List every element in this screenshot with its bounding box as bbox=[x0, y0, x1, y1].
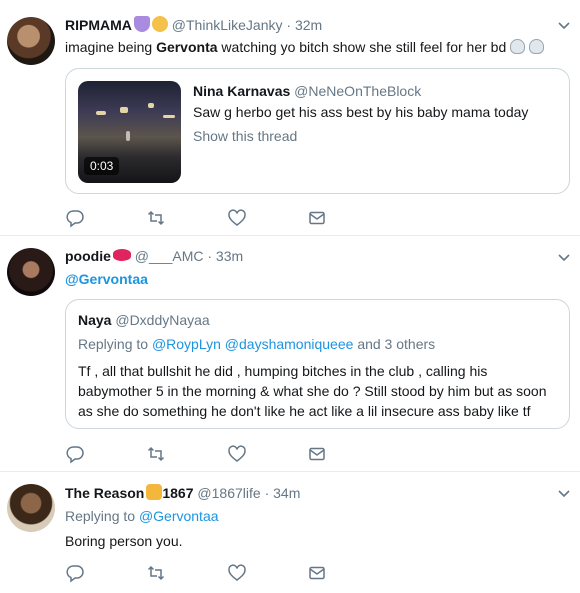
purple-heart-emoji bbox=[133, 16, 150, 32]
skull-emoji bbox=[510, 39, 526, 54]
thumbnail-figure bbox=[126, 131, 130, 141]
replying-to-mention[interactable]: @RoypLyn bbox=[152, 336, 221, 352]
mention-link[interactable]: @Gervontaa bbox=[65, 271, 148, 287]
tweet-text: Boring person you. bbox=[65, 533, 183, 549]
username[interactable]: @ThinkLikeJanky bbox=[172, 17, 283, 33]
quoted-author: Naya @DxddyNayaa bbox=[78, 312, 210, 328]
tweet-text: imagine being Gervonta watching yo bitch… bbox=[65, 38, 545, 57]
reply-icon[interactable] bbox=[65, 208, 85, 228]
replying-to: Replying to @RoypLyn @dayshamoniqueee an… bbox=[78, 336, 435, 352]
kiss-mark-emoji bbox=[112, 249, 131, 261]
separator-dot: · bbox=[207, 248, 213, 264]
raised-fist-emoji bbox=[146, 484, 163, 500]
show-thread-link[interactable]: Show this thread bbox=[193, 128, 297, 144]
envelope-icon[interactable] bbox=[307, 208, 327, 228]
quoted-author: Nina Karnavas @NeNeOnTheBlock bbox=[193, 83, 421, 99]
replying-to-label: Replying to bbox=[65, 508, 136, 524]
tweet-actions bbox=[65, 563, 325, 583]
heart-icon[interactable] bbox=[227, 208, 247, 228]
relieved-face-emoji bbox=[151, 16, 168, 32]
skull-emoji bbox=[529, 39, 545, 54]
replying-to-label: Replying to bbox=[78, 336, 149, 352]
replying-to-mention[interactable]: @Gervontaa bbox=[139, 508, 219, 524]
quoted-tweet-card[interactable]: 0:03 Nina Karnavas @NeNeOnTheBlock Saw g… bbox=[65, 68, 570, 194]
replying-to-mention[interactable]: @dayshamoniqueee bbox=[225, 336, 354, 352]
quoted-display-name: Naya bbox=[78, 312, 112, 328]
thumbnail-light bbox=[148, 103, 154, 108]
avatar[interactable] bbox=[7, 484, 55, 532]
envelope-icon[interactable] bbox=[307, 563, 327, 583]
quoted-username: @DxddyNayaa bbox=[115, 312, 210, 328]
chevron-down-icon[interactable] bbox=[558, 490, 570, 498]
tweet-header: RIPMAMA @ThinkLikeJanky · 32m bbox=[65, 16, 550, 33]
display-name-suffix[interactable]: 1867 bbox=[162, 485, 193, 501]
retweet-icon[interactable] bbox=[146, 444, 166, 464]
replying-to-others[interactable]: and 3 others bbox=[357, 336, 435, 352]
heart-icon[interactable] bbox=[227, 444, 247, 464]
quoted-username: @NeNeOnTheBlock bbox=[294, 83, 422, 99]
envelope-icon[interactable] bbox=[307, 444, 327, 464]
retweet-icon[interactable] bbox=[146, 563, 166, 583]
tweet-header: The Reason 1867 @1867life · 34m bbox=[65, 484, 550, 501]
display-name[interactable]: The Reason bbox=[65, 485, 144, 501]
separator-dot: · bbox=[264, 485, 270, 501]
tweet[interactable]: The Reason 1867 @1867life · 34m Replying … bbox=[0, 472, 580, 593]
video-thumbnail[interactable]: 0:03 bbox=[78, 81, 181, 183]
tweet-text-end: watching yo bitch show she still feel fo… bbox=[217, 39, 507, 55]
thumbnail-light bbox=[163, 115, 175, 118]
heart-icon[interactable] bbox=[227, 563, 247, 583]
display-name[interactable]: poodie bbox=[65, 248, 111, 264]
reply-icon[interactable] bbox=[65, 563, 85, 583]
avatar[interactable] bbox=[7, 17, 55, 65]
quoted-display-name: Nina Karnavas bbox=[193, 83, 291, 99]
reply-icon[interactable] bbox=[65, 444, 85, 464]
tweet-actions bbox=[65, 208, 325, 228]
timestamp[interactable]: 32m bbox=[295, 17, 322, 33]
quoted-text: Saw g herbo get his ass best by his baby… bbox=[193, 104, 529, 120]
tweet-actions bbox=[65, 444, 325, 464]
tweet[interactable]: RIPMAMA @ThinkLikeJanky · 32m imagine be… bbox=[0, 0, 580, 236]
tweet-text-bold: Gervonta bbox=[156, 39, 218, 55]
separator-dot: · bbox=[286, 17, 292, 33]
quoted-text: Tf , all that bullshit he did , humping … bbox=[78, 363, 547, 419]
thumbnail-light bbox=[96, 111, 106, 115]
thumbnail-light bbox=[120, 107, 128, 113]
video-duration-badge: 0:03 bbox=[84, 157, 120, 175]
username[interactable]: @1867life bbox=[197, 485, 260, 501]
tweet-text: @Gervontaa bbox=[65, 270, 148, 289]
replying-to: Replying to @Gervontaa bbox=[65, 508, 219, 524]
display-name[interactable]: RIPMAMA bbox=[65, 17, 132, 33]
timestamp[interactable]: 34m bbox=[273, 485, 300, 501]
chevron-down-icon[interactable] bbox=[558, 22, 570, 30]
retweet-icon[interactable] bbox=[146, 208, 166, 228]
tweet-header: poodie @___AMC · 33m bbox=[65, 248, 550, 264]
timestamp[interactable]: 33m bbox=[216, 248, 243, 264]
chevron-down-icon[interactable] bbox=[558, 254, 570, 262]
avatar[interactable] bbox=[7, 248, 55, 296]
username[interactable]: @___AMC bbox=[135, 248, 204, 264]
quoted-tweet-card[interactable]: Naya @DxddyNayaa Replying to @RoypLyn @d… bbox=[65, 299, 570, 429]
tweet[interactable]: poodie @___AMC · 33m @Gervontaa Naya @Dx… bbox=[0, 236, 580, 472]
tweet-text-start: imagine being bbox=[65, 39, 157, 55]
